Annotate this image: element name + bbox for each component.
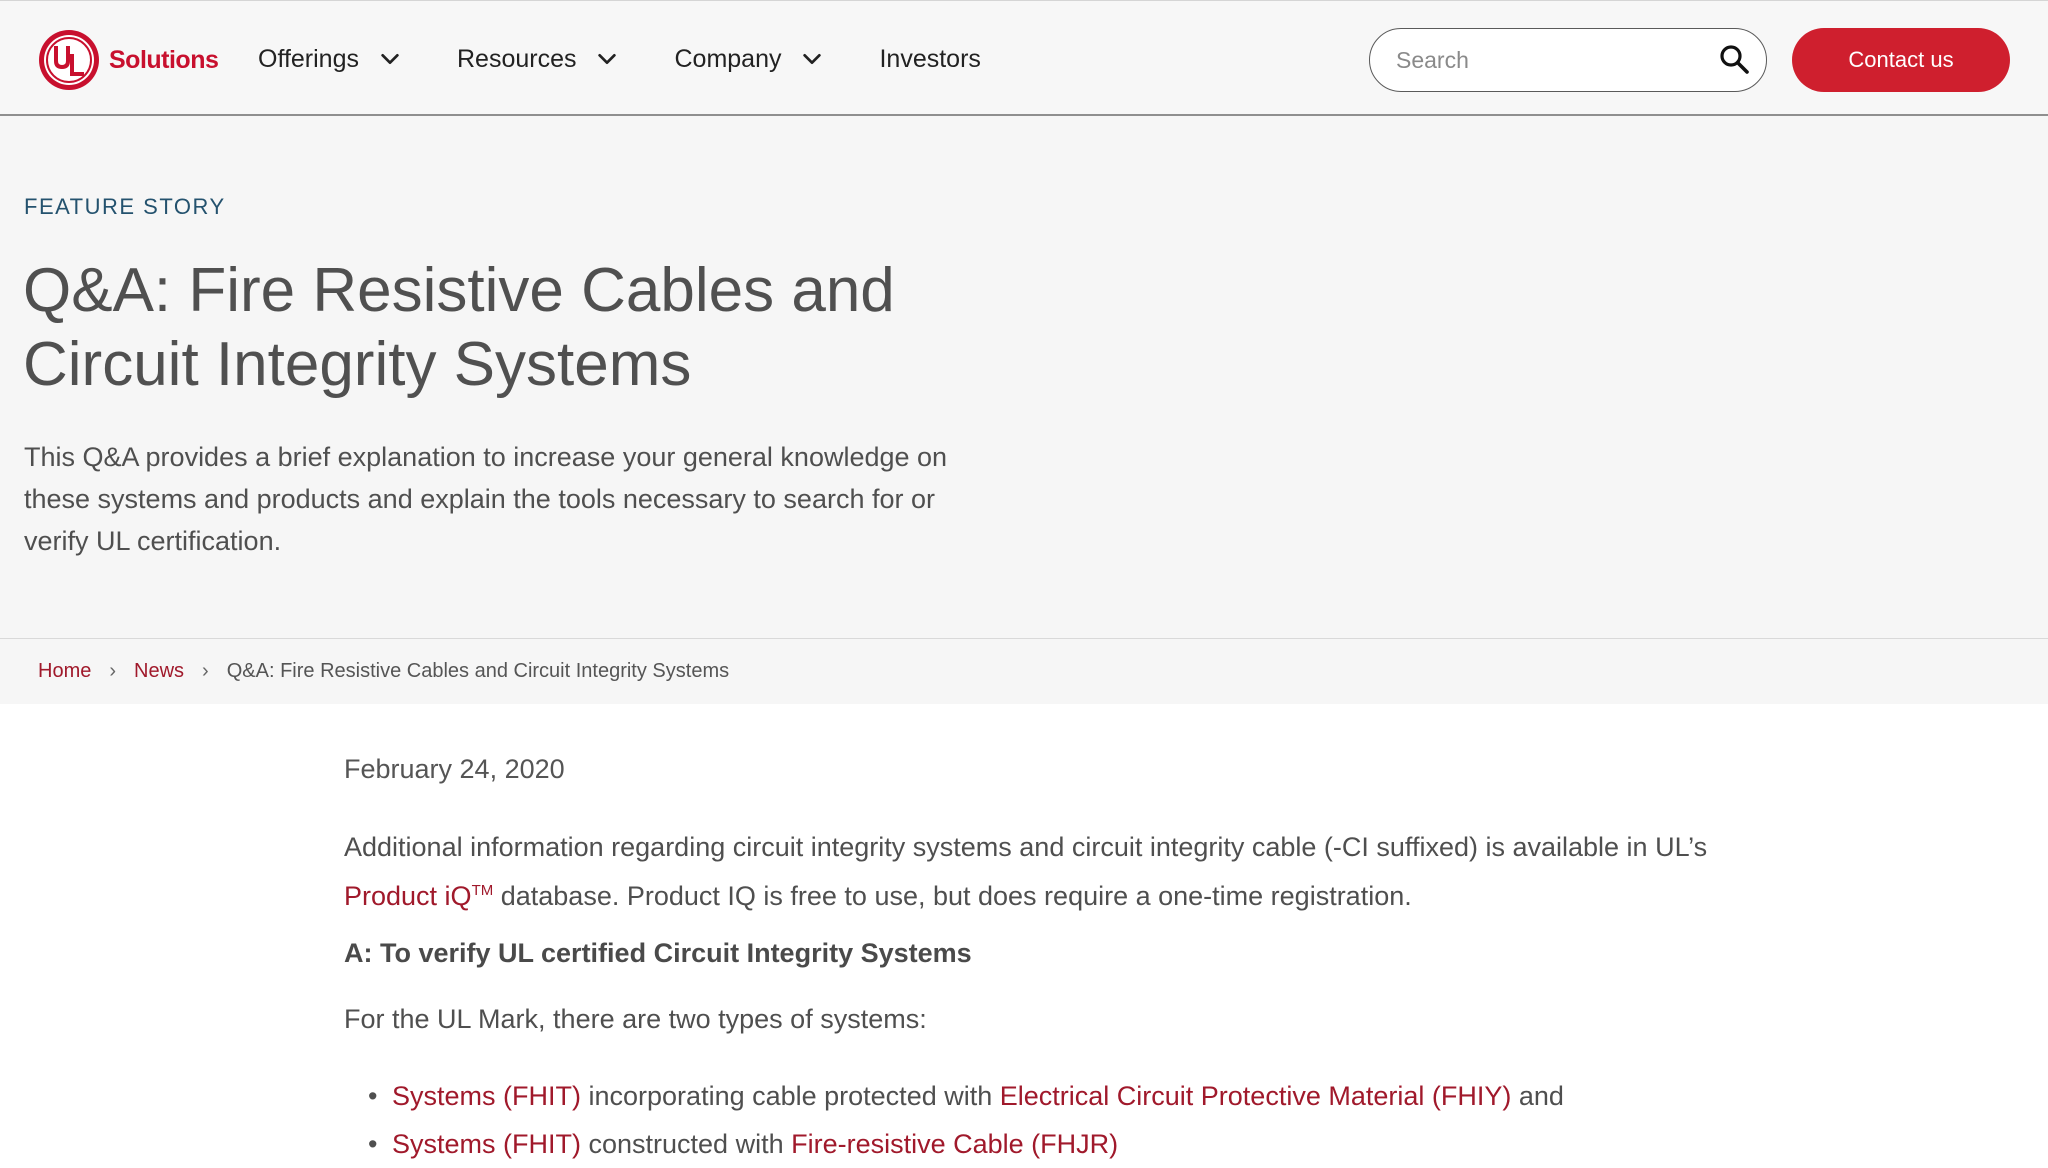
breadcrumb: Home › News › Q&A: Fire Resistive Cables… [0,638,2048,704]
nav-item-label: Offerings [258,44,359,73]
nav-item-label: Resources [456,44,577,73]
site-header: Solutions Offerings Resources Company In… [0,0,2048,116]
breadcrumb-current: Q&A: Fire Resistive Cables and Circuit I… [226,660,730,682]
intro-text: Additional information regarding circuit… [344,832,1708,862]
list-item-text: constructed with [581,1129,792,1159]
bullet-marker: • [368,1081,378,1111]
fhjr-cable-link[interactable]: Fire-resistive Cable (FHJR) [791,1129,1118,1159]
intro-paragraph: Additional information regarding circuit… [344,826,1744,918]
page-title-line-1: Q&A: Fire Resistive Cables and [23,256,895,325]
list-item-text: incorporating cable protected with [581,1081,1000,1111]
list-item: • Systems (FHIT) incorporating cable pro… [368,1072,1564,1120]
search-input[interactable] [1394,29,1698,91]
list-item-text: and [1511,1081,1564,1111]
search-icon[interactable] [1718,43,1750,75]
chevron-down-icon [803,53,822,65]
publish-date: February 24, 2020 [344,754,565,784]
product-iq-link[interactable]: Product iQ [344,881,472,911]
contact-us-button[interactable]: Contact us [1792,28,2010,92]
breadcrumb-home-link[interactable]: Home [38,660,91,683]
systems-paragraph: For the UL Mark, there are two types of … [344,1004,927,1034]
chevron-down-icon [598,53,617,65]
systems-fhit-link[interactable]: Systems (FHIT) [392,1129,581,1159]
main-nav: Offerings Resources Company Investors [258,31,1037,87]
page-title: Q&A: Fire Resistive Cables and Circuit I… [23,254,1003,402]
breadcrumb-news-link[interactable]: News [134,660,184,683]
ul-solutions-logo[interactable]: Solutions [37,25,219,95]
nav-item-offerings[interactable]: Offerings [258,45,401,74]
nav-item-label: Company [674,44,782,73]
page-title-line-2: Circuit Integrity Systems [23,330,692,399]
search-box [1369,28,1767,92]
trademark-mark: TM [471,882,494,899]
hero-description: This Q&A provides a brief explanation to… [24,442,948,556]
nav-item-resources[interactable]: Resources [457,45,619,74]
section-heading: A: To verify UL certified Circuit Integr… [344,938,972,968]
list-item: • Systems (FHIT) constructed with Fire-r… [368,1120,1564,1168]
breadcrumb-separator: › [202,660,209,682]
fhiy-material-link[interactable]: Electrical Circuit Protective Material (… [1000,1081,1512,1111]
eyebrow-label: FEATURE STORY [24,194,226,219]
hero-section: FEATURE STORY Q&A: Fire Resistive Cables… [0,116,2048,638]
nav-item-label: Investors [879,44,981,73]
nav-item-company[interactable]: Company [674,45,823,74]
logo-wordmark: Solutions [109,45,219,74]
systems-list: • Systems (FHIT) incorporating cable pro… [368,1072,1564,1168]
nav-item-investors[interactable]: Investors [879,45,980,74]
breadcrumb-separator: › [109,660,117,682]
bullet-marker: • [368,1129,378,1159]
ul-logo-icon [39,30,99,90]
systems-fhit-link[interactable]: Systems (FHIT) [392,1081,581,1111]
intro-text-end: database. Product IQ is free to use, but… [493,881,1412,911]
chevron-down-icon [381,53,399,65]
